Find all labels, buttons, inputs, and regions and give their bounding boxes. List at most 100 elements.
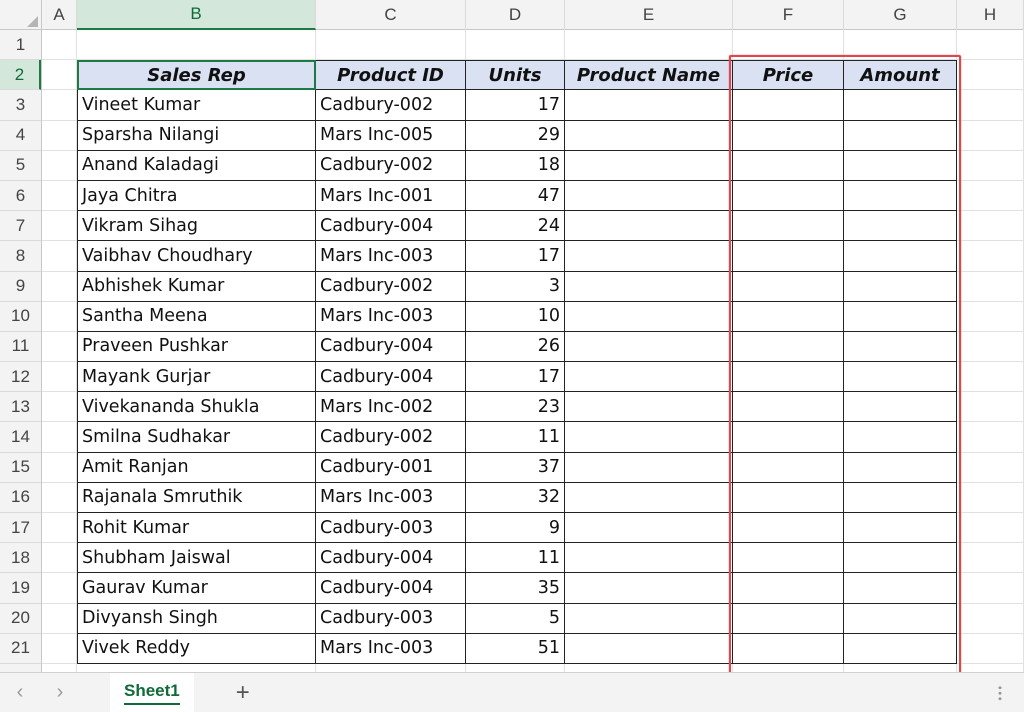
cell[interactable] xyxy=(316,30,466,61)
cell[interactable] xyxy=(42,211,77,242)
cell[interactable] xyxy=(957,663,1024,672)
row-header-18[interactable]: 18 xyxy=(0,543,41,574)
cell[interactable] xyxy=(957,271,1024,302)
sales-rep-cell[interactable]: Santha Meena xyxy=(77,301,316,332)
price-cell[interactable] xyxy=(733,573,844,604)
product-name-cell[interactable] xyxy=(565,301,733,332)
sales-rep-cell[interactable]: Jaya Chitra xyxy=(77,180,316,212)
product-name-cell[interactable] xyxy=(565,271,733,302)
column-header-b[interactable]: B xyxy=(77,0,316,30)
cell[interactable] xyxy=(42,362,77,393)
row-header-17[interactable]: 17 xyxy=(0,513,41,544)
row-header-21[interactable]: 21 xyxy=(0,634,41,664)
price-cell[interactable] xyxy=(733,603,844,634)
product-id-cell[interactable]: Mars Inc-003 xyxy=(316,241,466,272)
worksheet[interactable]: ABCDEFGH 1 2 3 4 5 6 7 8 9 10 11 12 13 14 15 16 17 18 19 20… xyxy=(0,0,1024,672)
cell[interactable] xyxy=(42,543,77,574)
row-header-12[interactable]: 12 xyxy=(0,362,41,393)
cell[interactable] xyxy=(957,120,1024,151)
sales-rep-cell[interactable]: Vivekananda Shukla xyxy=(77,392,316,423)
product-id-cell[interactable]: Mars Inc-002 xyxy=(316,392,466,423)
product-id-cell[interactable]: Cadbury-003 xyxy=(316,603,466,634)
cell[interactable] xyxy=(42,301,77,332)
sheet-tab-sheet1[interactable]: Sheet1 xyxy=(110,672,194,712)
cell[interactable] xyxy=(42,603,77,634)
price-cell[interactable] xyxy=(733,331,844,363)
units-cell[interactable]: 3 xyxy=(466,271,565,302)
cell[interactable] xyxy=(42,120,77,151)
product-id-cell[interactable]: Mars Inc-001 xyxy=(316,180,466,212)
price-cell[interactable] xyxy=(733,543,844,574)
row-header-5[interactable]: 5 xyxy=(0,151,41,181)
cell[interactable] xyxy=(957,482,1024,513)
row-header-10[interactable]: 10 xyxy=(0,302,41,332)
cell[interactable] xyxy=(733,30,844,61)
header-cell-product-name[interactable]: Product Name xyxy=(565,60,733,91)
product-id-cell[interactable]: Cadbury-004 xyxy=(316,543,466,574)
cell[interactable] xyxy=(957,180,1024,212)
amount-cell[interactable] xyxy=(844,513,957,544)
sales-rep-cell[interactable]: Vineet Kumar xyxy=(77,90,316,121)
cell[interactable] xyxy=(42,482,77,513)
product-id-cell[interactable]: Mars Inc-003 xyxy=(316,482,466,513)
product-id-cell[interactable]: Cadbury-002 xyxy=(316,90,466,121)
amount-cell[interactable] xyxy=(844,150,957,181)
units-cell[interactable]: 32 xyxy=(466,482,565,513)
product-name-cell[interactable] xyxy=(565,241,733,272)
product-id-cell[interactable]: Cadbury-004 xyxy=(316,573,466,604)
column-header-d[interactable]: D xyxy=(466,0,565,30)
price-cell[interactable] xyxy=(733,422,844,453)
column-header-g[interactable]: G xyxy=(844,0,957,30)
sales-rep-cell[interactable]: Rohit Kumar xyxy=(77,513,316,544)
product-name-cell[interactable] xyxy=(565,180,733,212)
header-cell-amount[interactable]: Amount xyxy=(844,60,957,91)
sales-rep-cell[interactable]: Rajanala Smruthik xyxy=(77,482,316,513)
units-cell[interactable]: 17 xyxy=(466,241,565,272)
product-name-cell[interactable] xyxy=(565,573,733,604)
product-id-cell[interactable]: Mars Inc-003 xyxy=(316,633,466,664)
amount-cell[interactable] xyxy=(844,543,957,574)
cell[interactable] xyxy=(42,30,77,61)
cell[interactable] xyxy=(957,241,1024,272)
cell[interactable] xyxy=(957,301,1024,332)
product-name-cell[interactable] xyxy=(565,392,733,423)
amount-cell[interactable] xyxy=(844,392,957,423)
price-cell[interactable] xyxy=(733,271,844,302)
product-name-cell[interactable] xyxy=(565,120,733,151)
product-name-cell[interactable] xyxy=(565,603,733,634)
amount-cell[interactable] xyxy=(844,603,957,634)
cell[interactable] xyxy=(733,663,844,672)
product-name-cell[interactable] xyxy=(565,90,733,121)
column-header-h[interactable]: H xyxy=(957,0,1024,30)
cell[interactable] xyxy=(957,60,1024,91)
cell[interactable] xyxy=(957,633,1024,664)
next-sheet-arrow-icon[interactable]: › xyxy=(40,681,80,704)
cell[interactable] xyxy=(466,30,565,61)
cell[interactable] xyxy=(844,30,957,61)
product-id-cell[interactable]: Cadbury-001 xyxy=(316,452,466,483)
header-cell-price[interactable]: Price xyxy=(733,60,844,91)
column-header-a[interactable]: A xyxy=(42,0,77,30)
units-cell[interactable]: 10 xyxy=(466,301,565,332)
sales-rep-cell[interactable]: Shubham Jaiswal xyxy=(77,543,316,574)
price-cell[interactable] xyxy=(733,120,844,151)
cell[interactable] xyxy=(565,663,733,672)
product-id-cell[interactable]: Cadbury-002 xyxy=(316,150,466,181)
cell[interactable] xyxy=(42,513,77,544)
cell[interactable] xyxy=(844,663,957,672)
cell[interactable] xyxy=(957,392,1024,423)
units-cell[interactable]: 26 xyxy=(466,331,565,363)
row-header-9[interactable]: 9 xyxy=(0,272,41,302)
amount-cell[interactable] xyxy=(844,271,957,302)
sales-rep-cell[interactable]: Anand Kaladagi xyxy=(77,150,316,181)
row-header-3[interactable]: 3 xyxy=(0,90,41,121)
select-all-corner[interactable] xyxy=(0,0,42,30)
column-header-f[interactable]: F xyxy=(733,0,844,30)
amount-cell[interactable] xyxy=(844,633,957,664)
more-options-icon[interactable] xyxy=(998,685,1002,701)
amount-cell[interactable] xyxy=(844,120,957,151)
sales-rep-cell[interactable]: Vikram Sihag xyxy=(77,211,316,242)
price-cell[interactable] xyxy=(733,482,844,513)
row-header-6[interactable]: 6 xyxy=(0,181,41,212)
sales-rep-cell[interactable]: Amit Ranjan xyxy=(77,452,316,483)
